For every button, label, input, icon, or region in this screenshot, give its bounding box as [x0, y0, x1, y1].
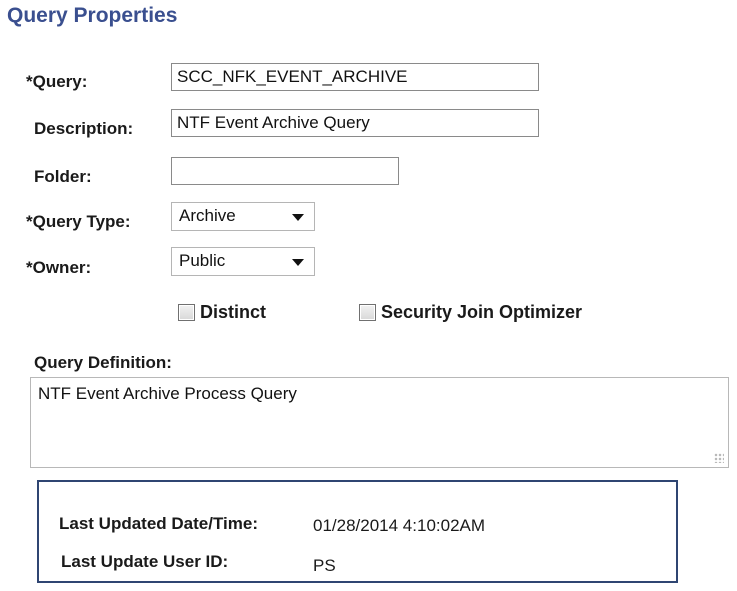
query-definition-textarea[interactable]: NTF Event Archive Process Query [30, 377, 729, 468]
folder-input[interactable] [171, 157, 399, 185]
security-join-optimizer-option[interactable]: Security Join Optimizer [359, 302, 582, 323]
chevron-down-icon [292, 214, 304, 221]
distinct-label: Distinct [200, 302, 267, 322]
distinct-option[interactable]: Distinct [178, 302, 266, 323]
query-type-select[interactable]: Archive [171, 202, 315, 231]
description-input[interactable]: NTF Event Archive Query [171, 109, 539, 137]
security-join-optimizer-checkbox[interactable] [359, 304, 376, 321]
last-update-user-label: Last Update User ID: [61, 552, 229, 571]
query-label: *Query: [26, 72, 88, 91]
chevron-down-icon [292, 259, 304, 266]
last-update-user-value: PS [313, 556, 336, 575]
folder-label: Folder: [34, 167, 92, 186]
security-join-optimizer-label: Security Join Optimizer [381, 302, 583, 322]
owner-value: Public [179, 251, 226, 270]
query-definition-label: Query Definition: [34, 353, 172, 372]
page-title: Query Properties [7, 4, 178, 27]
last-update-info-box: Last Updated Date/Time: 01/28/2014 4:10:… [37, 480, 678, 583]
query-type-label: *Query Type: [26, 212, 131, 231]
last-updated-label: Last Updated Date/Time: [59, 514, 259, 533]
query-input[interactable]: SCC_NFK_EVENT_ARCHIVE [171, 63, 539, 91]
owner-select[interactable]: Public [171, 247, 315, 276]
query-definition-text: NTF Event Archive Process Query [38, 384, 297, 403]
resize-grip-icon[interactable] [714, 453, 724, 463]
owner-label: *Owner: [26, 258, 92, 277]
distinct-checkbox[interactable] [178, 304, 195, 321]
description-label: Description: [34, 119, 134, 138]
last-updated-value: 01/28/2014 4:10:02AM [313, 516, 486, 535]
query-type-value: Archive [179, 206, 236, 225]
